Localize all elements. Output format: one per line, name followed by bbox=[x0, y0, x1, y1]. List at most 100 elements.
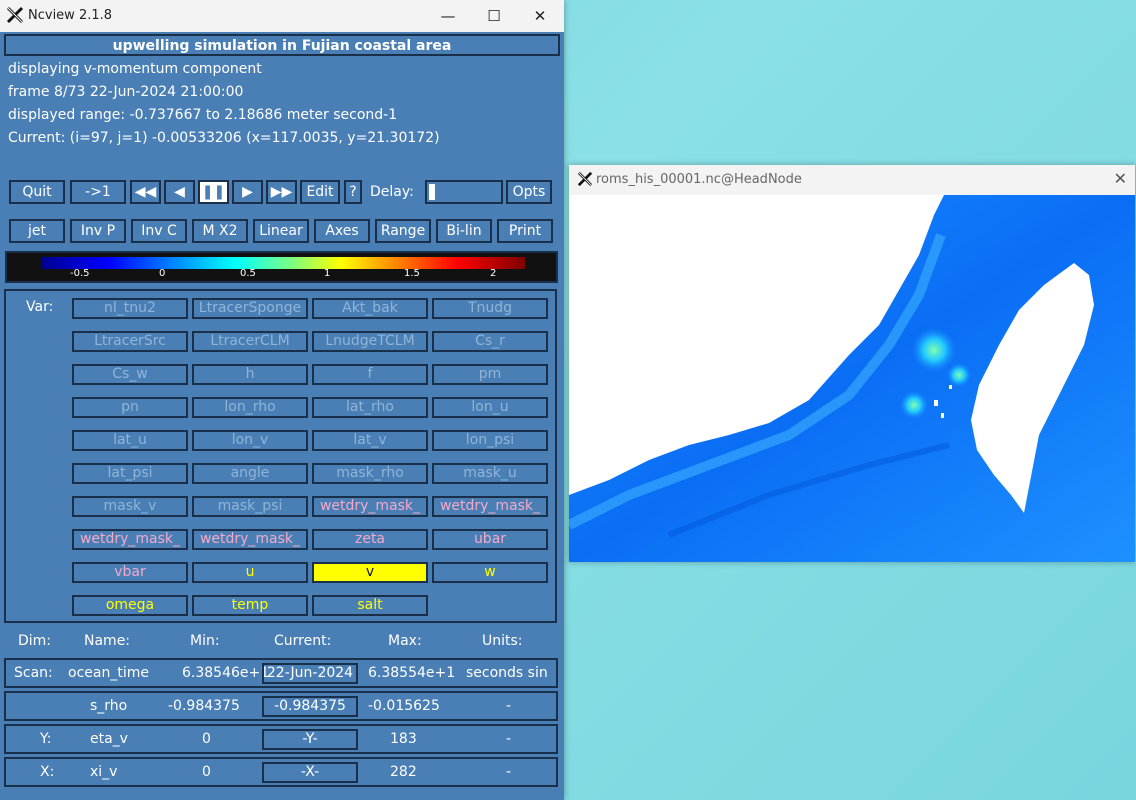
dim-units: seconds sin bbox=[466, 665, 548, 681]
var-button-vbar[interactable]: vbar bbox=[72, 562, 188, 583]
option-axes-button[interactable]: Axes bbox=[314, 219, 370, 243]
dim-current-button[interactable]: -Y- bbox=[262, 729, 358, 750]
var-button-lon-v[interactable]: lon_v bbox=[192, 430, 308, 451]
current-header: Current: bbox=[274, 633, 332, 649]
main-window-title: Ncview 2.1.8 bbox=[28, 8, 113, 23]
dim-max: -0.015625 bbox=[368, 698, 440, 714]
dim-name: ocean_time bbox=[68, 665, 149, 681]
map-titlebar[interactable]: roms_his_00001.nc@HeadNode ✕ bbox=[569, 165, 1135, 195]
option-linear-button[interactable]: Linear bbox=[253, 219, 309, 243]
variable-panel: Var: nl_tnu2 LtracerSponge Akt_bak Tnudg Ltr… bbox=[4, 289, 557, 623]
var-button-ltracersponge[interactable]: LtracerSponge bbox=[192, 298, 308, 319]
var-button-f[interactable]: f bbox=[312, 364, 428, 385]
var-button-salt[interactable]: salt bbox=[312, 595, 428, 616]
var-button-mask-rho[interactable]: mask_rho bbox=[312, 463, 428, 484]
simulation-title: upwelling simulation in Fujian coastal a… bbox=[4, 34, 560, 56]
var-button-mask-v[interactable]: mask_v bbox=[72, 496, 188, 517]
var-button-cs-r[interactable]: Cs_r bbox=[432, 331, 548, 352]
dimension-row: X: xi_v 0 282 - -X- bbox=[4, 757, 558, 787]
main-titlebar[interactable]: Ncview 2.1.8 — ☐ ✕ bbox=[0, 0, 564, 32]
x11-icon bbox=[577, 171, 593, 187]
ncview-main-window: Ncview 2.1.8 — ☐ ✕ upwelling simulation … bbox=[0, 0, 564, 800]
var-button-ubar[interactable]: ubar bbox=[432, 529, 548, 550]
min-header: Min: bbox=[190, 633, 220, 649]
var-button-lat-psi[interactable]: lat_psi bbox=[72, 463, 188, 484]
var-button-mask-psi[interactable]: mask_psi bbox=[192, 496, 308, 517]
var-button-pm[interactable]: pm bbox=[432, 364, 548, 385]
option-inv-p-button[interactable]: Inv P bbox=[70, 219, 126, 243]
var-button-v[interactable]: v bbox=[312, 562, 428, 583]
var-button-h[interactable]: h bbox=[192, 364, 308, 385]
var-button-ltracersrc[interactable]: LtracerSrc bbox=[72, 331, 188, 352]
dim-current-button[interactable]: -0.984375 bbox=[262, 696, 358, 717]
dim-units: - bbox=[506, 764, 512, 780]
var-button-lat-v[interactable]: lat_v bbox=[312, 430, 428, 451]
var-button-zeta[interactable]: zeta bbox=[312, 529, 428, 550]
var-button-wetdry-mask-[interactable]: wetdry_mask_ bbox=[192, 529, 308, 550]
edit-button[interactable]: Edit bbox=[300, 180, 340, 204]
fast-forward-button[interactable]: ▶▶ bbox=[266, 180, 297, 204]
option-m-x2-button[interactable]: M X2 bbox=[192, 219, 248, 243]
var-button-wetdry-mask-[interactable]: wetdry_mask_ bbox=[432, 496, 548, 517]
dimension-row: s_rho -0.984375 -0.015625 - -0.984375 bbox=[4, 691, 558, 721]
var-button-ltracerclm[interactable]: LtracerCLM bbox=[192, 331, 308, 352]
name-header: Name: bbox=[84, 633, 131, 649]
dim-label: Scan: bbox=[14, 665, 53, 681]
var-button-lat-u[interactable]: lat_u bbox=[72, 430, 188, 451]
velocity-map-image[interactable] bbox=[569, 195, 1135, 562]
option-range-button[interactable]: Range bbox=[375, 219, 431, 243]
var-button-mask-u[interactable]: mask_u bbox=[432, 463, 548, 484]
option-jet-button[interactable]: jet bbox=[9, 219, 65, 243]
var-button-wetdry-mask-[interactable]: wetdry_mask_ bbox=[72, 529, 188, 550]
close-button[interactable]: ✕ bbox=[520, 4, 560, 28]
var-button-pn[interactable]: pn bbox=[72, 397, 188, 418]
colorbar-tick-label: 0.5 bbox=[240, 268, 256, 279]
var-button-temp[interactable]: temp bbox=[192, 595, 308, 616]
var-button-akt-bak[interactable]: Akt_bak bbox=[312, 298, 428, 319]
var-button-wetdry-mask-[interactable]: wetdry_mask_ bbox=[312, 496, 428, 517]
option-print-button[interactable]: Print bbox=[497, 219, 553, 243]
var-button-lon-rho[interactable]: lon_rho bbox=[192, 397, 308, 418]
restart-button[interactable]: ->1 bbox=[70, 180, 126, 204]
rewind-button[interactable]: ◀◀ bbox=[130, 180, 161, 204]
var-button-lon-u[interactable]: lon_u bbox=[432, 397, 548, 418]
var-button-omega[interactable]: omega bbox=[72, 595, 188, 616]
var-button-lon-psi[interactable]: lon_psi bbox=[432, 430, 548, 451]
quit-button[interactable]: Quit bbox=[9, 180, 65, 204]
dim-name: s_rho bbox=[90, 698, 128, 714]
var-button-u[interactable]: u bbox=[192, 562, 308, 583]
info-variable: displaying v-momentum component bbox=[8, 61, 262, 77]
dim-max: 183 bbox=[390, 731, 417, 747]
units-header: Units: bbox=[482, 633, 523, 649]
dimension-row: Scan: ocean_time 6.38546e+1 6.38554e+1 secon… bbox=[4, 658, 558, 688]
dim-units: - bbox=[506, 731, 512, 747]
var-button-w[interactable]: w bbox=[432, 562, 548, 583]
dim-current-button[interactable]: -X- bbox=[262, 762, 358, 783]
dim-max: 282 bbox=[390, 764, 417, 780]
colorbar-tick-label: 1.5 bbox=[404, 268, 420, 279]
maximize-button[interactable]: ☐ bbox=[474, 4, 514, 28]
colorbar-tick-label: 2 bbox=[490, 268, 497, 279]
help-button[interactable]: ? bbox=[344, 180, 362, 204]
var-button-angle[interactable]: angle bbox=[192, 463, 308, 484]
var-button-tnudg[interactable]: Tnudg bbox=[432, 298, 548, 319]
var-button-lat-rho[interactable]: lat_rho bbox=[312, 397, 428, 418]
var-button-lnudgetclm[interactable]: LnudgeTCLM bbox=[312, 331, 428, 352]
step-back-button[interactable]: ◀ bbox=[164, 180, 195, 204]
step-forward-button[interactable]: ▶ bbox=[232, 180, 263, 204]
delay-label: Delay: bbox=[370, 184, 414, 200]
opts-button[interactable]: Opts bbox=[506, 180, 552, 204]
var-button-nl-tnu2[interactable]: nl_tnu2 bbox=[72, 298, 188, 319]
dim-name: eta_v bbox=[90, 731, 128, 747]
colorbar: -0.5 0 0.5 1 1.5 2 bbox=[5, 251, 558, 283]
delay-slider[interactable] bbox=[425, 180, 503, 204]
option-inv-c-button[interactable]: Inv C bbox=[131, 219, 187, 243]
delay-slider-thumb[interactable] bbox=[429, 184, 435, 200]
minimize-button[interactable]: — bbox=[428, 4, 468, 28]
dim-current-button[interactable]: 22-Jun-2024 bbox=[262, 663, 358, 684]
map-window: roms_his_00001.nc@HeadNode ✕ bbox=[569, 165, 1135, 562]
var-button-cs-w[interactable]: Cs_w bbox=[72, 364, 188, 385]
pause-button[interactable]: ❚❚ bbox=[198, 180, 229, 204]
option-bi-lin-button[interactable]: Bi-lin bbox=[436, 219, 492, 243]
map-close-button[interactable]: ✕ bbox=[1114, 169, 1127, 188]
